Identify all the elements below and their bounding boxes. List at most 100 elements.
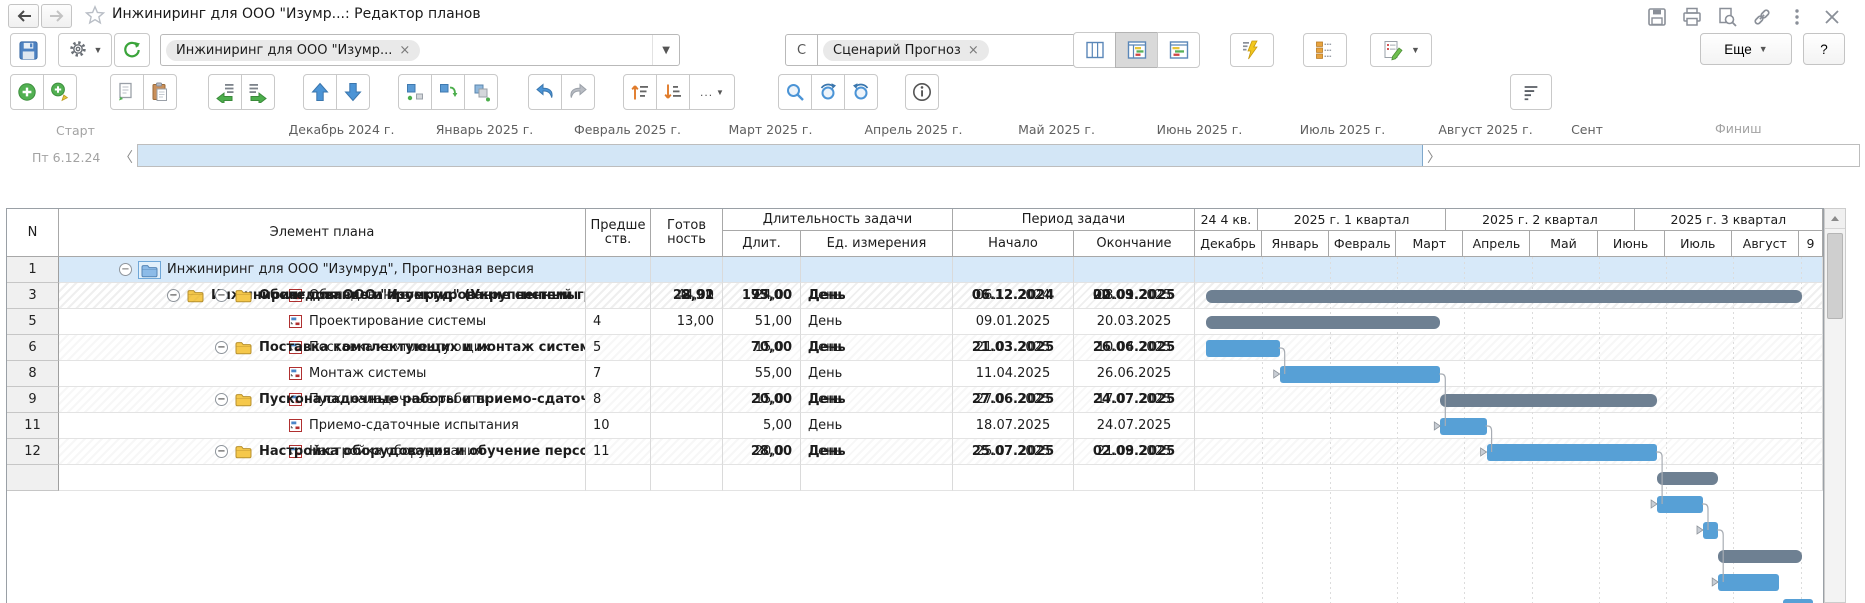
plan-row-5[interactable]: 5Проектирование системы413,0051,00День09… [7, 309, 1823, 335]
row-predecessor [586, 257, 651, 283]
menu-icon[interactable] [1786, 6, 1808, 28]
scenario-prefix-label: С [786, 35, 818, 65]
view-combined-button[interactable] [1115, 32, 1158, 68]
plan-row-11[interactable]: 11Приемо-сдаточные испытания105,00День18… [7, 413, 1823, 439]
col-header-predecessor[interactable]: Предше ств. [586, 209, 651, 257]
print-icon[interactable] [1681, 6, 1703, 28]
plan-dropdown-arrow-icon[interactable]: ▼ [652, 35, 679, 65]
collapse-icon[interactable]: − [119, 263, 132, 276]
vertical-scrollbar[interactable] [1824, 208, 1846, 603]
form-settings-button[interactable] [1510, 74, 1552, 110]
gantt-task-bar-5[interactable] [1280, 366, 1441, 383]
plan-tag[interactable]: Инжиниринг для ООО "Изумр... × [166, 40, 420, 61]
zoom-period-out-button[interactable] [844, 74, 878, 110]
zoom-period-in-button[interactable] [811, 74, 845, 110]
help-button[interactable]: ? [1803, 33, 1845, 65]
gantt-summary-bar-2[interactable] [1206, 290, 1803, 303]
structure-button[interactable] [1303, 33, 1347, 67]
indent-button[interactable] [241, 74, 275, 110]
nav-forward-button[interactable] [41, 4, 72, 28]
col-header-duration[interactable]: Длит. [723, 231, 801, 257]
help-button-label: ? [1820, 42, 1828, 57]
view-gantt-button[interactable] [1157, 32, 1200, 68]
col-header-unit[interactable]: Ед. измерения [801, 231, 953, 257]
move-up-button[interactable] [303, 74, 337, 110]
sort-asc-button[interactable] [623, 74, 657, 110]
timeline-slider-track[interactable] [137, 144, 1860, 167]
gantt-task-bar-8[interactable] [1487, 444, 1658, 461]
col-header-name[interactable]: Элемент плана [59, 209, 586, 257]
gantt-summary-bar-9[interactable] [1657, 472, 1718, 485]
collapse-icon[interactable]: − [215, 289, 228, 302]
plan-row-1[interactable]: 1−Инжиниринг для ООО "Изумруд", Прогнозн… [7, 257, 1823, 283]
add-button[interactable] [10, 74, 44, 110]
col-header-start[interactable]: Начало [953, 231, 1074, 257]
timeline-scroll-right-icon[interactable]: 〉 [1427, 147, 1441, 167]
move-down-button[interactable] [336, 74, 370, 110]
paste-button[interactable] [143, 74, 177, 110]
more-actions-button[interactable]: ...▼ [689, 74, 735, 110]
copy-button[interactable] [110, 74, 144, 110]
scenario-select-field[interactable]: С Сценарий Прогноз × ▼ [785, 34, 1105, 66]
link-predecessor-button[interactable] [398, 74, 432, 110]
row-cell [1195, 465, 1823, 491]
gantt-summary-bar-3[interactable] [1206, 316, 1441, 329]
ruler-month-label: Июнь 2025 г. [1128, 122, 1271, 137]
save-icon[interactable] [1646, 6, 1668, 28]
gantt-task-bar-13[interactable] [1718, 574, 1779, 591]
collapse-icon[interactable]: − [215, 341, 228, 354]
scrollbar-up-icon[interactable] [1825, 209, 1845, 229]
close-icon[interactable] [1821, 6, 1843, 28]
recalculate-button[interactable] [1230, 33, 1274, 67]
edit-plan-button[interactable]: ▼ [1370, 33, 1432, 67]
row-end-date: 20.03.2025 [1074, 309, 1195, 335]
scenario-tag-clear-icon[interactable]: × [968, 43, 979, 58]
timeline-scroll-left-icon[interactable]: 〈 [119, 147, 133, 167]
favorite-star-icon[interactable] [84, 4, 106, 30]
gantt-summary-bar-12[interactable] [1718, 550, 1802, 563]
scrollbar-thumb[interactable] [1827, 233, 1843, 319]
gantt-task-bar-4[interactable] [1206, 340, 1280, 357]
col-group-period[interactable]: Период задачи [953, 209, 1195, 231]
col-group-duration[interactable]: Длительность задачи [723, 209, 953, 231]
plan-row-partial[interactable] [7, 465, 1823, 491]
outdent-button[interactable] [208, 74, 242, 110]
copy-structure-button[interactable] [464, 74, 498, 110]
gantt-task-bar-7[interactable] [1440, 418, 1486, 435]
more-button[interactable]: Еще ▼ [1700, 33, 1792, 65]
row-readiness [651, 413, 723, 439]
sort-desc-button[interactable] [656, 74, 690, 110]
plan-row-6[interactable]: 6−Поставка комплектующих и монтаж систем… [7, 335, 1823, 361]
scenario-tag[interactable]: Сценарий Прогноз × [823, 40, 989, 61]
settings-button[interactable]: ▼ [58, 33, 112, 67]
col-header-num[interactable]: N [7, 209, 59, 257]
collapse-icon[interactable]: − [215, 393, 228, 406]
col-header-predecessor-line2: ств. [605, 233, 632, 247]
plan-tag-clear-icon[interactable]: × [399, 43, 410, 58]
info-button[interactable] [905, 74, 939, 110]
nav-back-button[interactable] [8, 4, 39, 28]
plan-row-8[interactable]: 8Монтаж системы755,00День11.04.202526.06… [7, 361, 1823, 387]
gantt-task-bar-11[interactable] [1703, 522, 1718, 539]
view-table-button[interactable] [1073, 32, 1116, 68]
undo-button[interactable] [528, 74, 562, 110]
add-subordinate-button[interactable] [43, 74, 77, 110]
collapse-icon[interactable]: − [215, 445, 228, 458]
redo-button[interactable] [561, 74, 595, 110]
print-preview-icon[interactable] [1716, 6, 1738, 28]
col-header-readiness[interactable]: Готов ность [651, 209, 723, 257]
gantt-task-bar-10[interactable] [1657, 496, 1703, 513]
col-header-end[interactable]: Окончание [1074, 231, 1195, 257]
save-button[interactable] [10, 33, 46, 67]
find-button[interactable] [778, 74, 812, 110]
ruler-month-label: Сент [1557, 122, 1617, 137]
plan-select-field[interactable]: Инжиниринг для ООО "Изумр... × ▼ [160, 34, 680, 66]
refresh-button[interactable] [114, 33, 150, 67]
gantt-task-bar-partial[interactable] [1783, 599, 1813, 603]
timeline-start-date: Пт 6.12.24 [32, 150, 100, 165]
row-name-label: Монтаж системы [309, 366, 426, 381]
gantt-summary-bar-6[interactable] [1440, 394, 1657, 407]
link-successor-button[interactable] [431, 74, 465, 110]
get-link-icon[interactable] [1751, 6, 1773, 28]
timeline-visible-range[interactable] [138, 145, 1423, 166]
